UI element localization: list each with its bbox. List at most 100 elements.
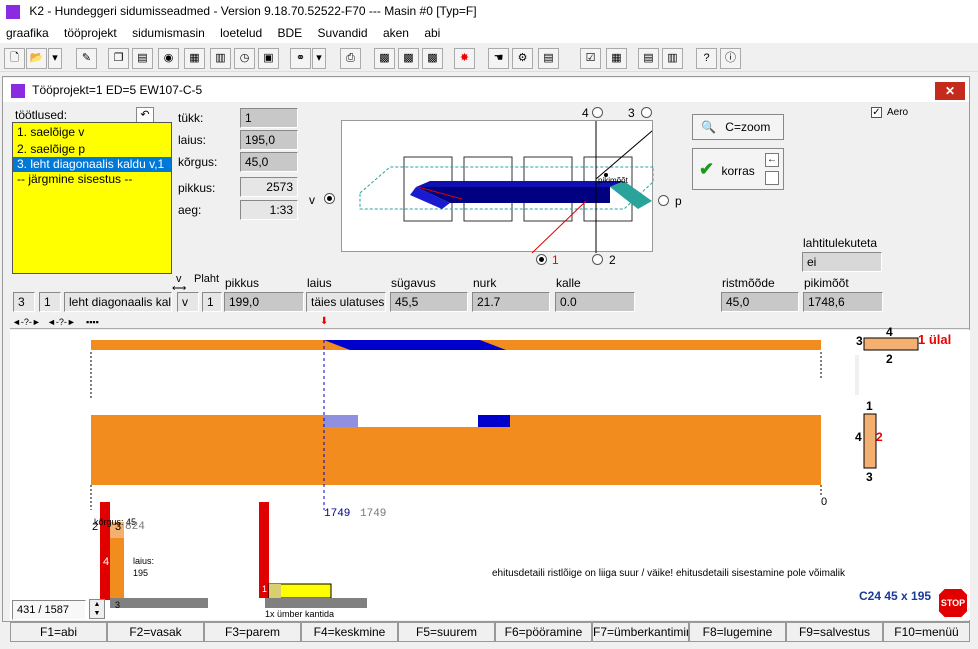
laius-label: laius: — [178, 133, 207, 147]
option-checkbox[interactable] — [765, 171, 779, 185]
turn-label: 1x ümber kantida — [265, 609, 335, 619]
l-n1: 1 — [262, 584, 268, 594]
f10-button[interactable]: F10=menüü — [883, 622, 970, 642]
print-icon[interactable]: ⎙ — [340, 48, 361, 69]
param-pikkus[interactable]: 199,0 — [224, 292, 304, 312]
view-4-radio[interactable] — [592, 107, 603, 118]
param-ristmoode[interactable]: 45,0 — [721, 292, 799, 312]
enter-icon[interactable]: ← — [765, 153, 779, 167]
list-item[interactable]: -- järgmine sisestus -- — [13, 172, 171, 187]
f5-button[interactable]: F5=suurem — [398, 622, 495, 642]
grid-icon[interactable]: ▦ — [184, 48, 205, 69]
param-laius-select[interactable]: täies ulatuses — [306, 292, 386, 312]
hand-icon[interactable]: ☚ — [488, 48, 509, 69]
top-side-top: 4 — [886, 325, 893, 339]
side-p-radio[interactable] — [658, 195, 669, 206]
ruler-bar — [10, 317, 970, 329]
aeg-field: 1:33 — [240, 200, 298, 220]
view-2-radio[interactable] — [592, 254, 603, 265]
param-plaht-select[interactable]: 1 — [202, 292, 222, 312]
document-icon[interactable]: ▤ — [132, 48, 153, 69]
counter-spinner[interactable]: ▲ ▼ — [89, 599, 105, 619]
f8-button[interactable]: F8=lugemine — [689, 622, 786, 642]
undo-icon[interactable]: ↶ — [136, 107, 154, 123]
menu-sidumismasin[interactable]: sidumismasin — [126, 23, 211, 43]
f1-button[interactable]: F1=abi — [10, 622, 107, 642]
help-icon[interactable]: ? — [696, 48, 717, 69]
menu-abi[interactable]: abi — [418, 23, 446, 43]
operations-list[interactable]: 1. saelõige v 2. saelõige p 3. leht diag… — [12, 122, 172, 274]
aero-checkbox[interactable]: ✓ — [871, 107, 882, 118]
lahtitulekuteta-select[interactable]: ei — [802, 252, 882, 272]
f9-button[interactable]: F9=salvestus — [786, 622, 883, 642]
param-nurk[interactable]: 21.7 — [472, 292, 550, 312]
cs-n824: 824 — [125, 521, 145, 533]
param-kalle[interactable]: 0.0 — [555, 292, 635, 312]
param-num1[interactable]: 3 — [13, 292, 35, 312]
gears-icon[interactable]: ⚙ — [512, 48, 533, 69]
report-icon[interactable]: ▣ — [258, 48, 279, 69]
copy-icon[interactable]: ❐ — [108, 48, 129, 69]
f4-button[interactable]: F4=keskmine — [301, 622, 398, 642]
position-value-blue: 1749 — [324, 508, 351, 520]
f7-button[interactable]: F7=ümberkantimine — [592, 622, 689, 642]
side-v-radio[interactable] — [324, 193, 335, 204]
save-as-icon[interactable]: ▩ — [398, 48, 419, 69]
app-title: K2 - Hundeggeri sidumisseadmed - Version… — [29, 4, 477, 18]
view-3-radio[interactable] — [641, 107, 652, 118]
cs-n2: 2 — [92, 521, 99, 533]
dropdown-arrow-icon[interactable]: ▾ — [48, 48, 62, 69]
preview-canvas[interactable]: pikimõõt — [341, 120, 655, 254]
param-pikimoot[interactable]: 1748,6 — [803, 292, 883, 312]
measure-tool-2[interactable]: ◄-?-► — [47, 317, 76, 327]
list-item-selected[interactable]: 3. leht diagonaalis kaldu v,1 — [13, 157, 171, 172]
list-item[interactable]: 2. saelõige p — [13, 142, 171, 157]
lahtitulekuteta-label: lahtitulekuteta — [803, 236, 878, 250]
checklist-icon[interactable]: ☑ — [580, 48, 601, 69]
menu-graafika[interactable]: graafika — [0, 23, 55, 43]
measure-tool-1[interactable]: ◄-?-► — [12, 317, 41, 327]
param-sugavus[interactable]: 45,5 — [390, 292, 468, 312]
save-icon[interactable]: ▩ — [374, 48, 395, 69]
operations-label: töötlused: — [15, 108, 68, 122]
measure-tool-3[interactable]: ▪▪▪▪ — [86, 317, 99, 327]
side-p-label: p — [675, 194, 682, 208]
laius-field[interactable]: 195,0 — [240, 130, 298, 150]
dropdown-arrow-icon-2[interactable]: ▾ — [312, 48, 326, 69]
window-list-icon[interactable]: ▤ — [638, 48, 659, 69]
check-icon: ✔ — [699, 159, 715, 179]
new-file-icon[interactable]: 🗋 — [4, 48, 25, 69]
f3-button[interactable]: F3=parem — [204, 622, 301, 642]
globe-icon[interactable]: ◉ — [158, 48, 179, 69]
star-icon[interactable]: ✸ — [454, 48, 475, 69]
window-icon[interactable]: ▥ — [662, 48, 683, 69]
menu-bde[interactable]: BDE — [272, 23, 309, 43]
calendar-icon[interactable]: ▦ — [606, 48, 627, 69]
edit-icon[interactable]: ✎ — [76, 48, 97, 69]
param-v-select[interactable]: v — [177, 292, 199, 312]
menu-loetelud[interactable]: loetelud — [214, 23, 268, 43]
project-window-titlebar: Tööprojekt=1 ED=5 EW107-C-5 — [3, 78, 969, 102]
open-folder-icon[interactable]: 📂 — [26, 48, 47, 69]
menu-suvandid[interactable]: Suvandid — [312, 23, 374, 43]
tukk-field[interactable]: 1 — [240, 108, 298, 128]
save-all-icon[interactable]: ▩ — [422, 48, 443, 69]
param-num2[interactable]: 1 — [39, 292, 61, 312]
view-1-radio[interactable] — [536, 254, 547, 265]
param-name[interactable]: leht diagonaalis kal — [64, 292, 172, 312]
zoom-button[interactable]: 🔍 C=zoom — [692, 114, 784, 140]
machine-icon[interactable]: ▤ — [538, 48, 559, 69]
position-marker-icon: ⬇ — [320, 316, 329, 327]
menu-aken[interactable]: aken — [377, 23, 415, 43]
calculator-icon[interactable]: ▥ — [210, 48, 231, 69]
cs-n3b: 3 — [115, 600, 121, 610]
f6-button[interactable]: F6=pööramine — [495, 622, 592, 642]
f2-button[interactable]: F2=vasak — [107, 622, 204, 642]
menu-tooprojekt[interactable]: tööprojekt — [58, 23, 123, 43]
korgus-field[interactable]: 45,0 — [240, 152, 298, 172]
info-icon[interactable]: ⓘ — [720, 48, 741, 69]
binoculars-icon[interactable]: ⚭ — [290, 48, 311, 69]
list-item[interactable]: 1. saelõige v — [13, 123, 171, 142]
close-button[interactable]: ✕ — [935, 82, 965, 100]
clock-icon[interactable]: ◷ — [234, 48, 255, 69]
